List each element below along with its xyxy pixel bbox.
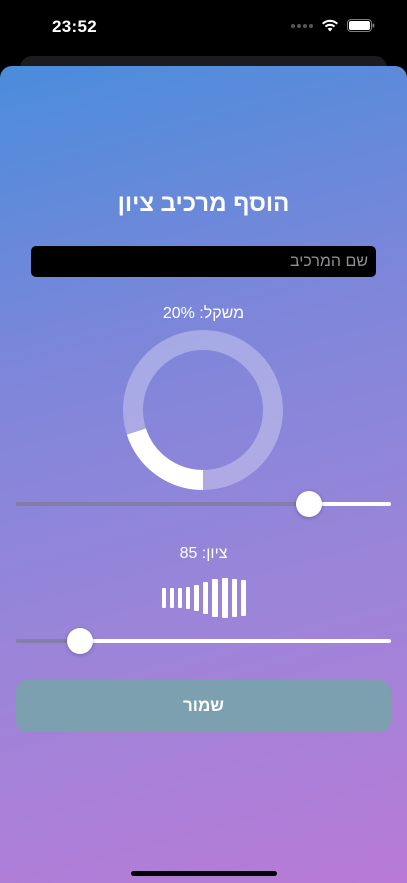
add-component-sheet: הוסף מרכיב ציון משקל: 20% ציון: 85 שמור: [0, 66, 407, 883]
wifi-icon: [322, 19, 338, 32]
weight-slider[interactable]: [16, 489, 391, 519]
weight-ring-chart: [123, 330, 283, 490]
component-name-input[interactable]: [31, 246, 376, 277]
score-slider-fill: [79, 639, 391, 643]
status-time: 23:52: [52, 17, 97, 36]
save-button[interactable]: שמור: [16, 680, 391, 732]
weight-slider-thumb[interactable]: [295, 491, 322, 517]
battery-icon: [347, 19, 375, 32]
weight-label: משקל: 20%: [162, 305, 245, 322]
home-indicator: [131, 871, 277, 876]
signal-icon: [291, 23, 313, 28]
score-label: ציון: 85: [179, 545, 228, 562]
score-slider-thumb[interactable]: [66, 628, 93, 654]
score-barcode-icon: [0, 578, 407, 618]
status-bar: 23:52: [0, 0, 407, 56]
score-slider[interactable]: [16, 626, 391, 656]
status-icons: [291, 19, 375, 32]
page-title: הוסף מרכיב ציון: [117, 190, 290, 217]
